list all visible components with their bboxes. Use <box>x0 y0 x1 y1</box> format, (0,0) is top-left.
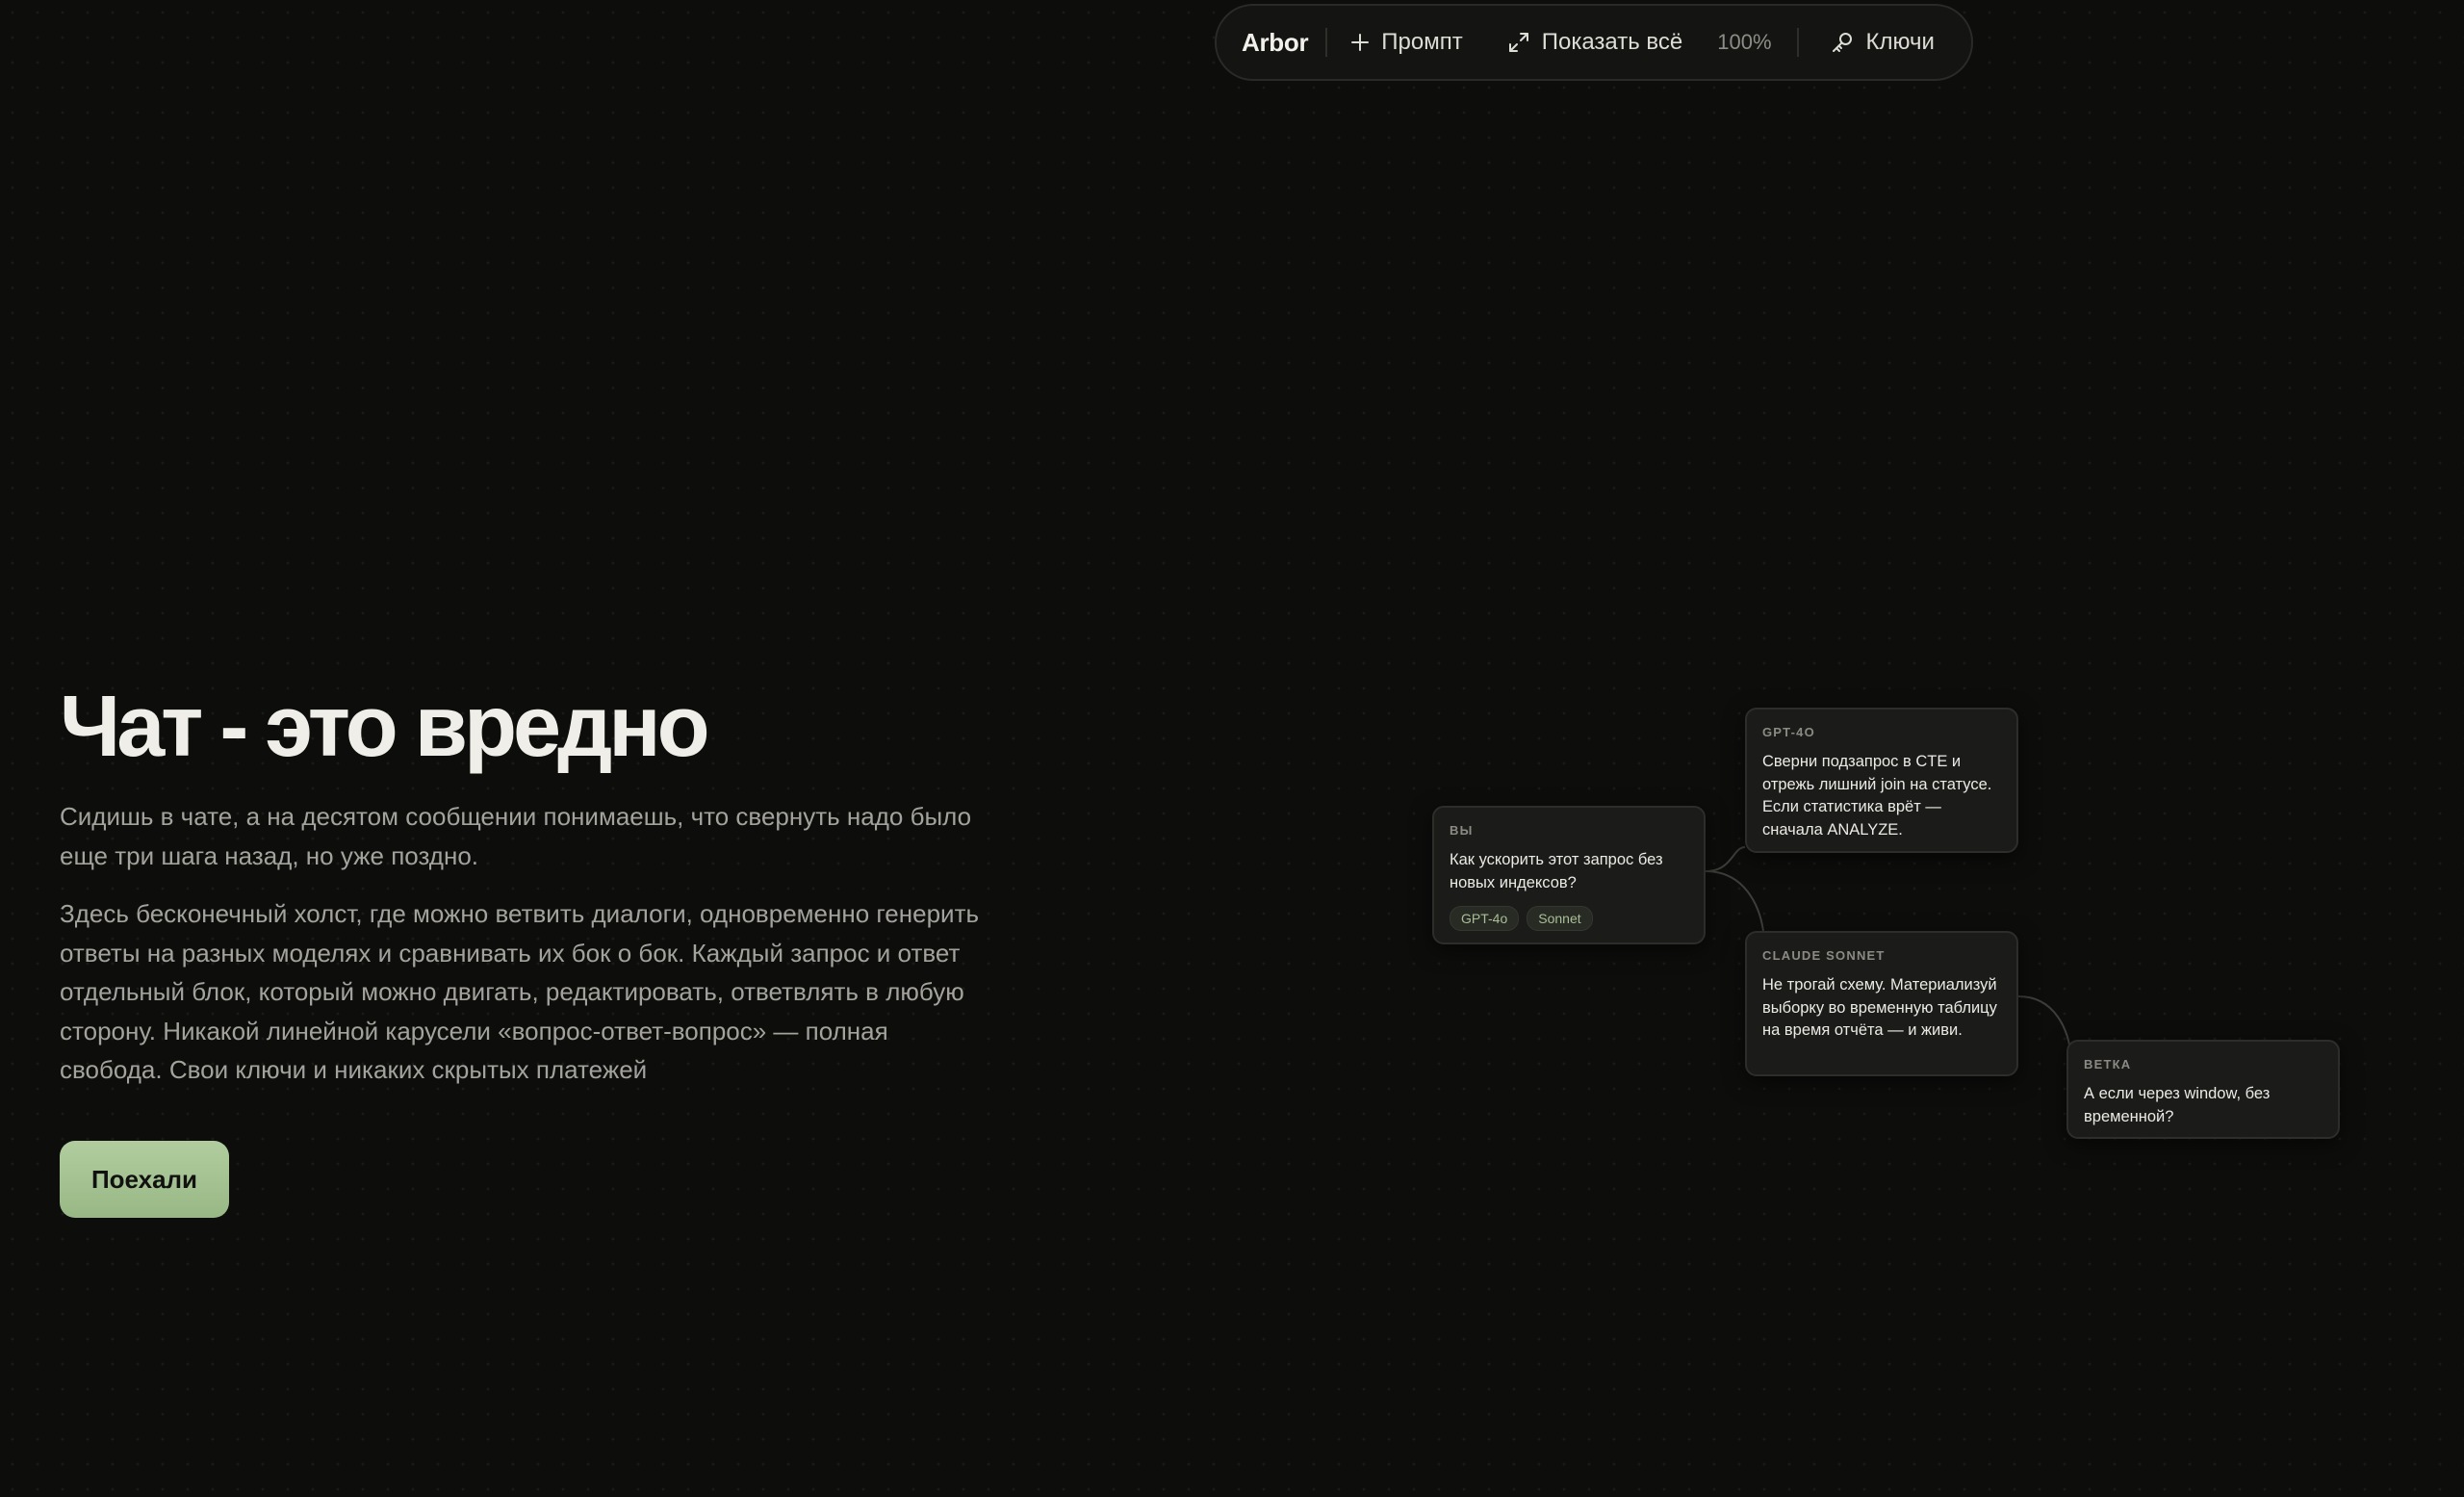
model-chip-gpt4o[interactable]: GPT-4o <box>1450 906 1520 931</box>
connector-claude-branch <box>2017 995 2072 1060</box>
hero-paragraph: Сидишь в чате, а на десятом сообщении по… <box>60 802 972 870</box>
connector-you-gpt <box>1705 846 1746 872</box>
fit-view-label: Показать всё <box>1541 29 1683 55</box>
node-text: Сверни подзапрос в CTE и отрежь лишний j… <box>1762 753 1992 839</box>
top-toolbar: Arbor Промпт Показать всё 100% Ключи <box>1215 4 1973 81</box>
add-prompt-button[interactable]: Промпт <box>1350 29 1463 56</box>
brand-logo[interactable]: Arbor <box>1242 28 1309 58</box>
toolbar-divider <box>1796 28 1799 57</box>
node-text: А если через window, без временной? <box>2084 1085 2271 1125</box>
add-prompt-label: Промпт <box>1381 29 1463 55</box>
node-model-label: CLAUDE SONNET <box>1762 948 1886 963</box>
plus-icon <box>1350 33 1370 52</box>
node-text: Не трогай схему. Материализуй выборку во… <box>1762 976 1997 1039</box>
prompt-node[interactable]: ВЫ Как ускорить этот запрос без новых ин… <box>1432 806 1706 944</box>
api-keys-button[interactable]: Ключи <box>1830 29 1935 56</box>
model-chip-sonnet[interactable]: Sonnet <box>1527 906 1593 931</box>
node-text: Как ускорить этот запрос без новых индек… <box>1450 851 1663 891</box>
fit-view-button[interactable]: Показать всё <box>1507 29 1683 56</box>
response-node-claude[interactable]: CLAUDE SONNET Не трогай схему. Материали… <box>1745 931 2018 1076</box>
model-chips: GPT-4o Sonnet <box>1450 906 1688 931</box>
connector-you-claude <box>1705 870 1764 932</box>
node-author-label: ВЫ <box>1450 823 1474 838</box>
branch-node[interactable]: ВЕТКА А если через window, без временной… <box>2066 1040 2340 1139</box>
hero-title: Чат - это вредно <box>60 679 710 775</box>
response-node-gpt[interactable]: GPT-4O Сверни подзапрос в CTE и отрежь л… <box>1745 708 2018 853</box>
key-icon <box>1830 30 1855 55</box>
node-branch-label: ВЕТКА <box>2084 1057 2132 1071</box>
node-model-label: GPT-4O <box>1762 725 1815 739</box>
toolbar-divider <box>1325 28 1328 57</box>
start-button[interactable]: Поехали <box>60 1141 229 1218</box>
hero-paragraph: Здесь бесконечный холст, где можно ветви… <box>60 899 980 1084</box>
api-keys-label: Ключи <box>1865 29 1935 55</box>
zoom-level[interactable]: 100% <box>1717 30 1771 55</box>
expand-icon <box>1507 31 1530 54</box>
hero-section: Чат - это вредно Сидишь в чате, а на дес… <box>60 674 984 1090</box>
